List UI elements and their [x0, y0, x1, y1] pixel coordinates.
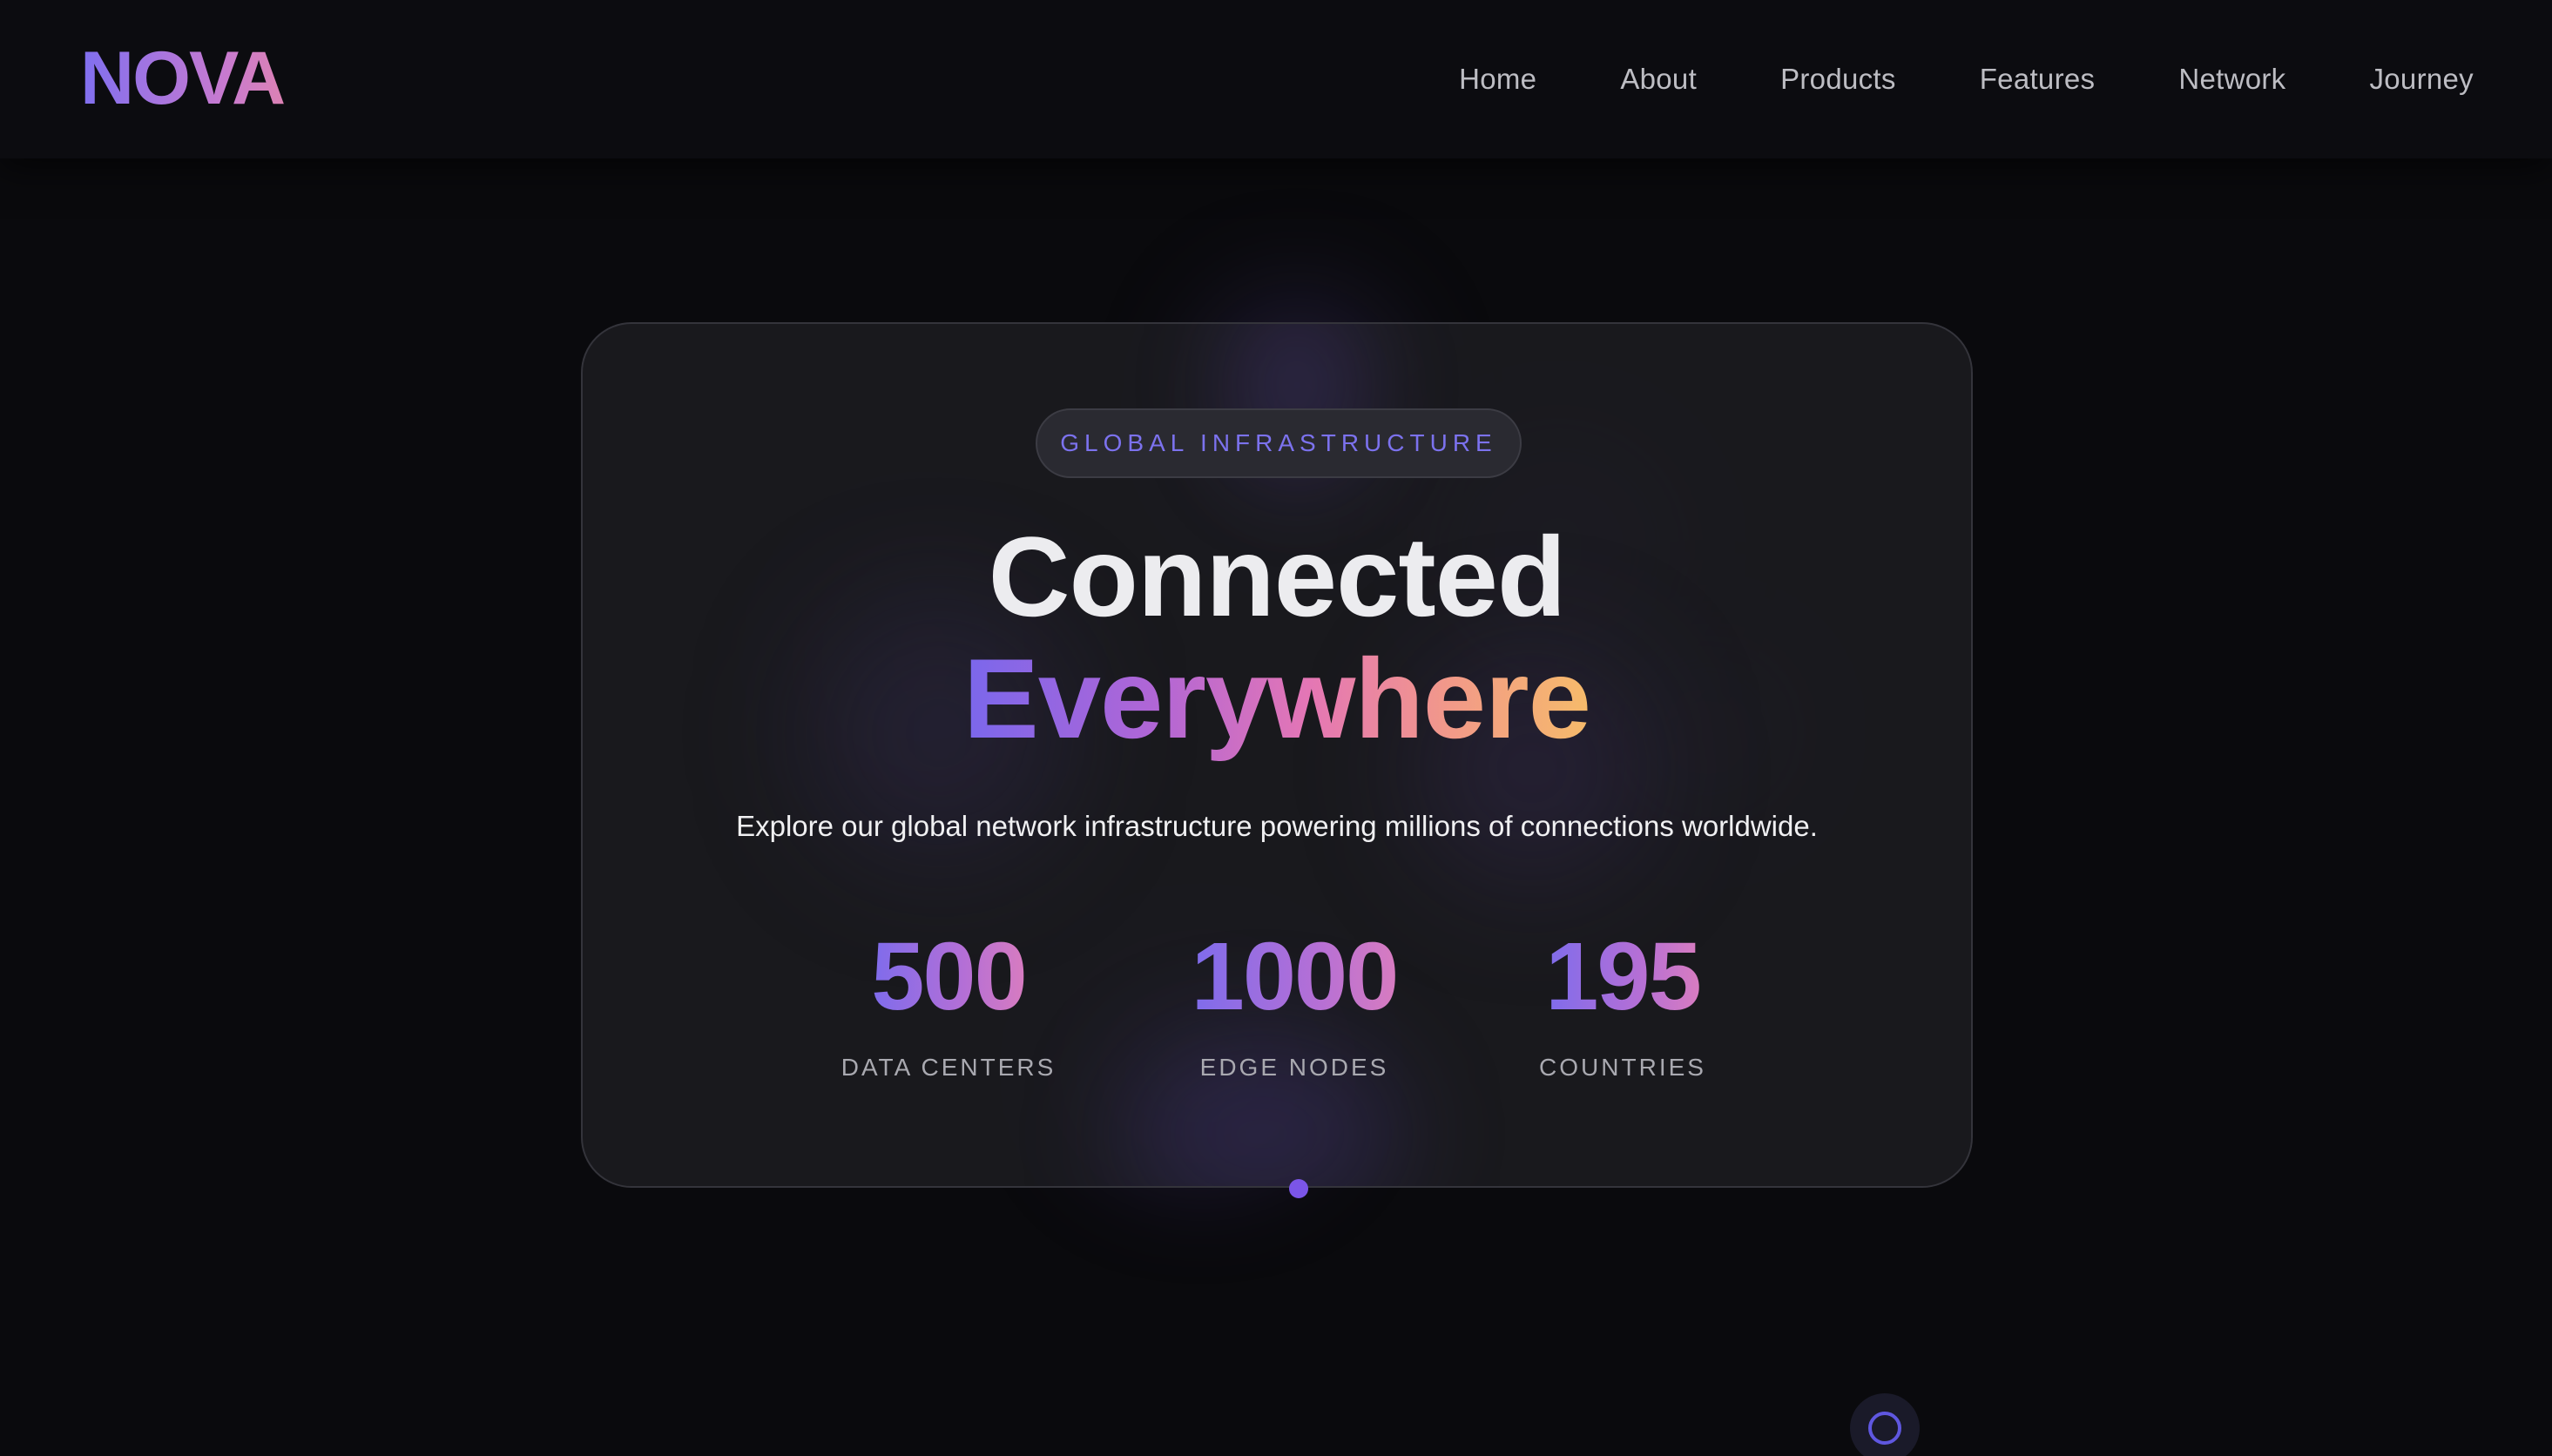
page: NOVA Home About Products Features Networ… [0, 0, 2552, 1456]
network-node-dot [1289, 1179, 1308, 1198]
hero-subtitle: Explore our global network infrastructur… [736, 810, 1818, 842]
hero-title-line2: Everywhere [583, 629, 1971, 768]
stat-value: 500 [871, 923, 1028, 1030]
site-header: NOVA Home About Products Features Networ… [0, 0, 2552, 158]
hero-title-line1: Connected [988, 513, 1567, 640]
stat-value: 195 [1545, 923, 1702, 1030]
circle-icon [1868, 1412, 1901, 1445]
hero-title-gradient-text: Everywhere [963, 635, 1591, 762]
floating-action-button[interactable] [1850, 1393, 1920, 1456]
hero-badge: GLOBAL INFRASTRUCTURE [1036, 408, 1522, 478]
nav-link-products[interactable]: Products [1780, 63, 1896, 96]
stat-countries: 195 COUNTRIES [1479, 925, 1766, 1082]
stat-label: EDGE NODES [1199, 1054, 1389, 1081]
hero-card-content: GLOBAL INFRASTRUCTURE Connected Everywhe… [583, 324, 1971, 1186]
nav-link-about[interactable]: About [1620, 63, 1697, 96]
nav-link-home[interactable]: Home [1459, 63, 1536, 96]
stat-data-centers: 500 DATA CENTERS [805, 925, 1092, 1082]
nav-link-network[interactable]: Network [2178, 63, 2285, 96]
nova-logo[interactable]: NOVA [80, 35, 286, 122]
stat-label: DATA CENTERS [841, 1054, 1057, 1081]
stat-edge-nodes: 1000 EDGE NODES [1151, 925, 1438, 1082]
hero-card: GLOBAL INFRASTRUCTURE Connected Everywhe… [581, 322, 1973, 1188]
nav-link-journey[interactable]: Journey [2369, 63, 2474, 96]
nav-link-features[interactable]: Features [1980, 63, 2096, 96]
stat-value: 1000 [1191, 923, 1400, 1030]
main-nav: Home About Products Features Network Jou… [1459, 0, 2474, 158]
stat-label: COUNTRIES [1539, 1054, 1706, 1081]
